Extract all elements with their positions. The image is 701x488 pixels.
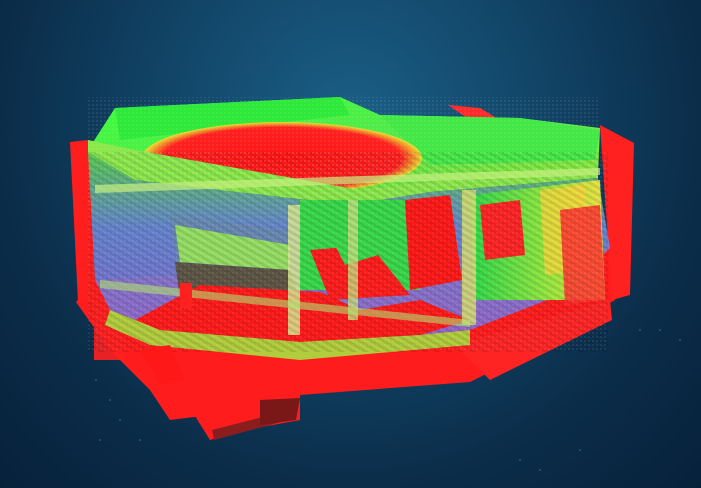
point-cloud-viewport[interactable] <box>0 0 701 488</box>
point-cloud-scene <box>70 97 681 471</box>
